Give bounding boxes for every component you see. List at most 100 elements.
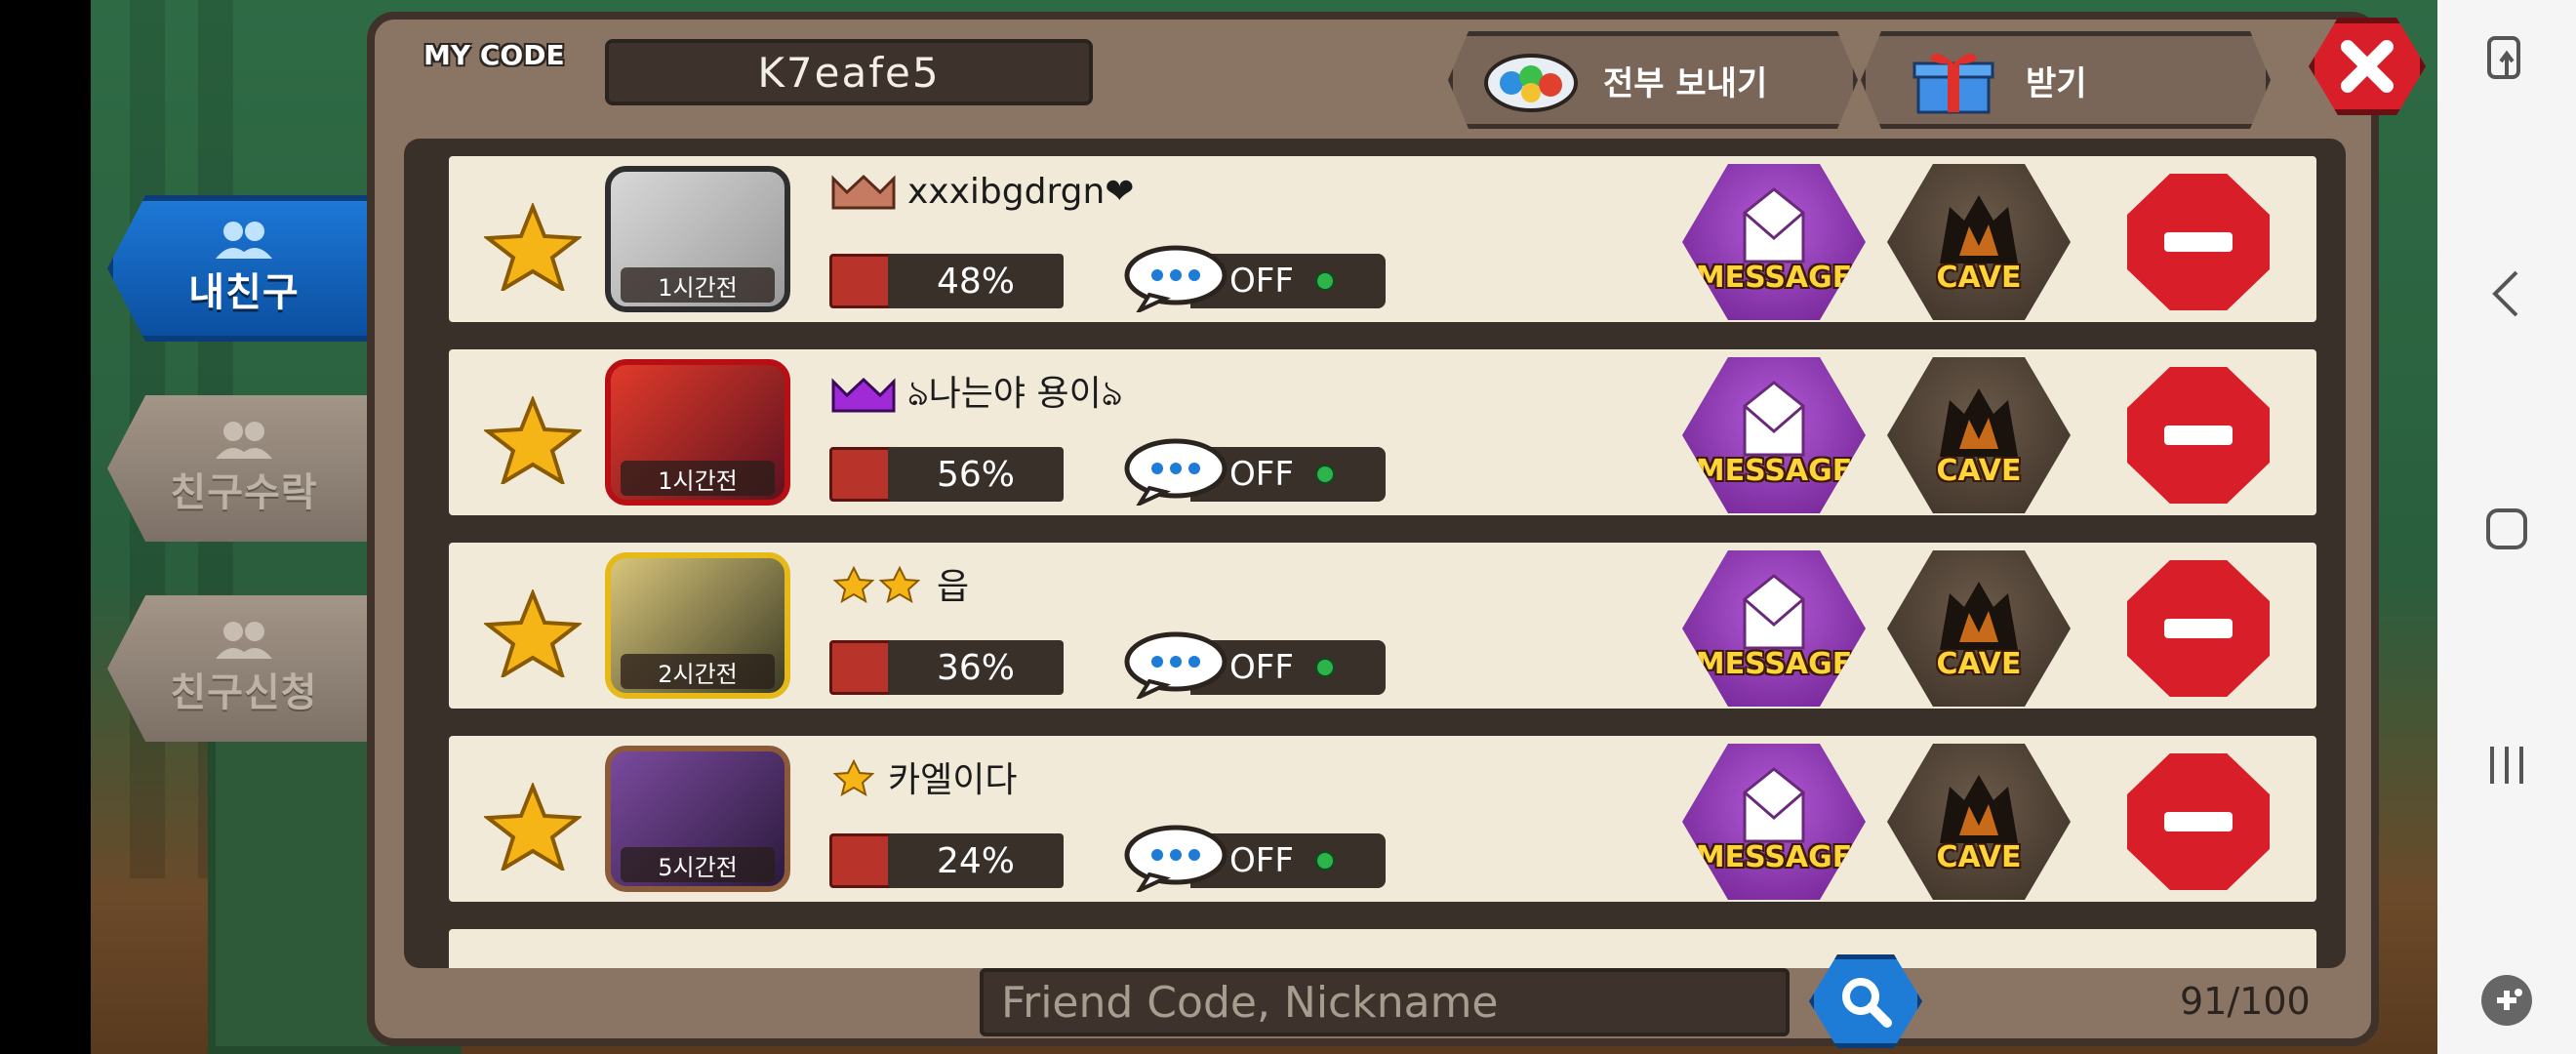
message-button[interactable]: MESSAGE: [1682, 744, 1866, 900]
tab-friend-request[interactable]: 친구신청: [107, 595, 381, 742]
cave-icon: [1940, 775, 2018, 843]
friend-row: 2시간전 읍 36% OFF MESSAGE CAVE: [443, 537, 2322, 714]
search-input[interactable]: Friend Code, Nickname: [980, 968, 1790, 1036]
crown-purple-icon: [831, 377, 896, 413]
friend-nickname: ঌ나는야 용이ঌ: [829, 365, 1122, 426]
message-button[interactable]: MESSAGE: [1682, 357, 1866, 513]
envelope-icon: [1743, 381, 1805, 457]
crown-bronze-icon: [831, 174, 896, 209]
chat-status-text: OFF: [1229, 262, 1294, 301]
minus-icon: [2164, 232, 2233, 252]
book-icon: [829, 833, 894, 888]
minus-icon: [2164, 619, 2233, 638]
book-icon: [829, 447, 894, 502]
progress-percent: 24%: [888, 833, 1064, 888]
game-tools-icon[interactable]: [2473, 966, 2541, 1034]
cave-label: CAVE: [1936, 261, 2022, 295]
friend-row: 1시간전 ঌ나는야 용이ঌ 56% OFF MESSAGE CAVE: [443, 344, 2322, 521]
receive-button[interactable]: 받기: [1861, 31, 2271, 129]
friends-icon: [216, 622, 272, 659]
friend-avatar[interactable]: 1시간전: [605, 359, 790, 506]
friend-avatar[interactable]: 2시간전: [605, 552, 790, 699]
message-button[interactable]: MESSAGE: [1682, 164, 1866, 320]
home-icon[interactable]: [2473, 495, 2541, 563]
favorite-star-icon[interactable]: [484, 589, 582, 677]
remove-friend-button[interactable]: [2127, 753, 2270, 890]
cave-button[interactable]: CAVE: [1887, 550, 2071, 707]
progress-percent: 56%: [888, 447, 1064, 502]
tab-my-friends[interactable]: 내친구: [107, 195, 381, 342]
last-seen-time: 1시간전: [621, 461, 775, 496]
cave-button[interactable]: CAVE: [1887, 357, 2071, 513]
nickname-text: 카엘이다: [888, 760, 1018, 800]
remove-friend-button[interactable]: [2127, 560, 2270, 697]
book-icon: [829, 254, 894, 308]
cave-icon: [1940, 195, 2018, 264]
remove-friend-button[interactable]: [2127, 174, 2270, 310]
chat-bubble-icon[interactable]: [1122, 824, 1229, 892]
back-icon[interactable]: [2473, 260, 2541, 328]
chat-bubble-icon[interactable]: [1122, 437, 1229, 506]
chat-status-text: OFF: [1229, 648, 1294, 687]
message-label: MESSAGE: [1695, 261, 1853, 295]
cave-button[interactable]: CAVE: [1887, 744, 2071, 900]
search-button[interactable]: [1809, 954, 1922, 1048]
progress-percent: 36%: [888, 640, 1064, 695]
cave-icon: [1940, 582, 2018, 650]
tab-friend-accept[interactable]: 친구수락: [107, 395, 381, 542]
tab-label: 내친구: [188, 270, 300, 315]
search-icon: [1842, 978, 1892, 1028]
message-label: MESSAGE: [1695, 454, 1853, 488]
favorite-star-icon[interactable]: [484, 203, 582, 291]
last-seen-time: 2시간전: [621, 654, 775, 689]
friend-list[interactable]: 1시간전 xxxibgdrgn❤ 48% OFF MESSAGE CAVE 1시…: [404, 139, 2346, 968]
friends-icon: [216, 222, 272, 259]
friend-row: 5시간전 카엘이다 24% OFF MESSAGE CAVE: [443, 730, 2322, 908]
tab-label: 친구신청: [170, 670, 318, 715]
tab-label: 친구수락: [170, 470, 318, 515]
favorite-star-icon[interactable]: [484, 783, 582, 871]
envelope-icon: [1743, 767, 1805, 843]
chat-status-text: OFF: [1229, 841, 1294, 880]
chat-bubble-icon[interactable]: [1122, 244, 1229, 312]
cave-label: CAVE: [1936, 840, 2022, 874]
cave-button[interactable]: CAVE: [1887, 164, 2071, 320]
progress-percent: 48%: [888, 254, 1064, 308]
cave-label: CAVE: [1936, 647, 2022, 681]
search-placeholder: Friend Code, Nickname: [1001, 977, 1499, 1028]
remove-friend-button[interactable]: [2127, 367, 2270, 504]
last-seen-time: 1시간전: [621, 267, 775, 303]
nickname-text: xxxibgdrgn❤: [907, 172, 1135, 212]
gems-icon: [1484, 54, 1578, 112]
touch-lock-icon[interactable]: [2473, 23, 2541, 92]
send-all-button[interactable]: 전부 보내기: [1448, 31, 1858, 129]
friend-avatar[interactable]: 1시간전: [605, 166, 790, 312]
recents-icon[interactable]: [2473, 731, 2541, 799]
friend-count: 91/100: [2180, 980, 2311, 1023]
friend-nickname: 카엘이다: [829, 751, 1017, 802]
friend-row: 1시간전 xxxibgdrgn❤ 48% OFF MESSAGE CAVE: [443, 150, 2322, 328]
mycode-label: MY CODE: [423, 39, 565, 71]
envelope-icon: [1743, 187, 1805, 264]
friend-row: [443, 923, 2322, 968]
message-button[interactable]: MESSAGE: [1682, 550, 1866, 707]
chat-status-text: OFF: [1229, 455, 1294, 494]
chat-bubble-icon[interactable]: [1122, 630, 1229, 699]
one-star-icon: [832, 758, 875, 796]
book-icon: [829, 640, 894, 695]
last-seen-time: 5시간전: [621, 847, 775, 882]
status-dot: [1314, 271, 1335, 291]
system-nav-bar: [2437, 0, 2576, 1054]
receive-label: 받기: [2026, 63, 2087, 103]
friends-panel: MY CODE K7eafe5 전부 보내기 받기 1시간전 xxxibgdrg…: [367, 12, 2426, 1048]
status-dot: [1314, 658, 1335, 677]
status-dot: [1314, 465, 1335, 484]
friends-icon: [216, 422, 272, 459]
message-label: MESSAGE: [1695, 647, 1853, 681]
favorite-star-icon[interactable]: [484, 396, 582, 484]
friend-avatar[interactable]: 5시간전: [605, 746, 790, 892]
mycode-value: K7eafe5: [605, 39, 1093, 105]
nickname-text: ঌ나는야 용이ঌ: [907, 374, 1123, 414]
cave-label: CAVE: [1936, 454, 2022, 488]
friend-nickname: xxxibgdrgn❤: [829, 172, 1134, 212]
